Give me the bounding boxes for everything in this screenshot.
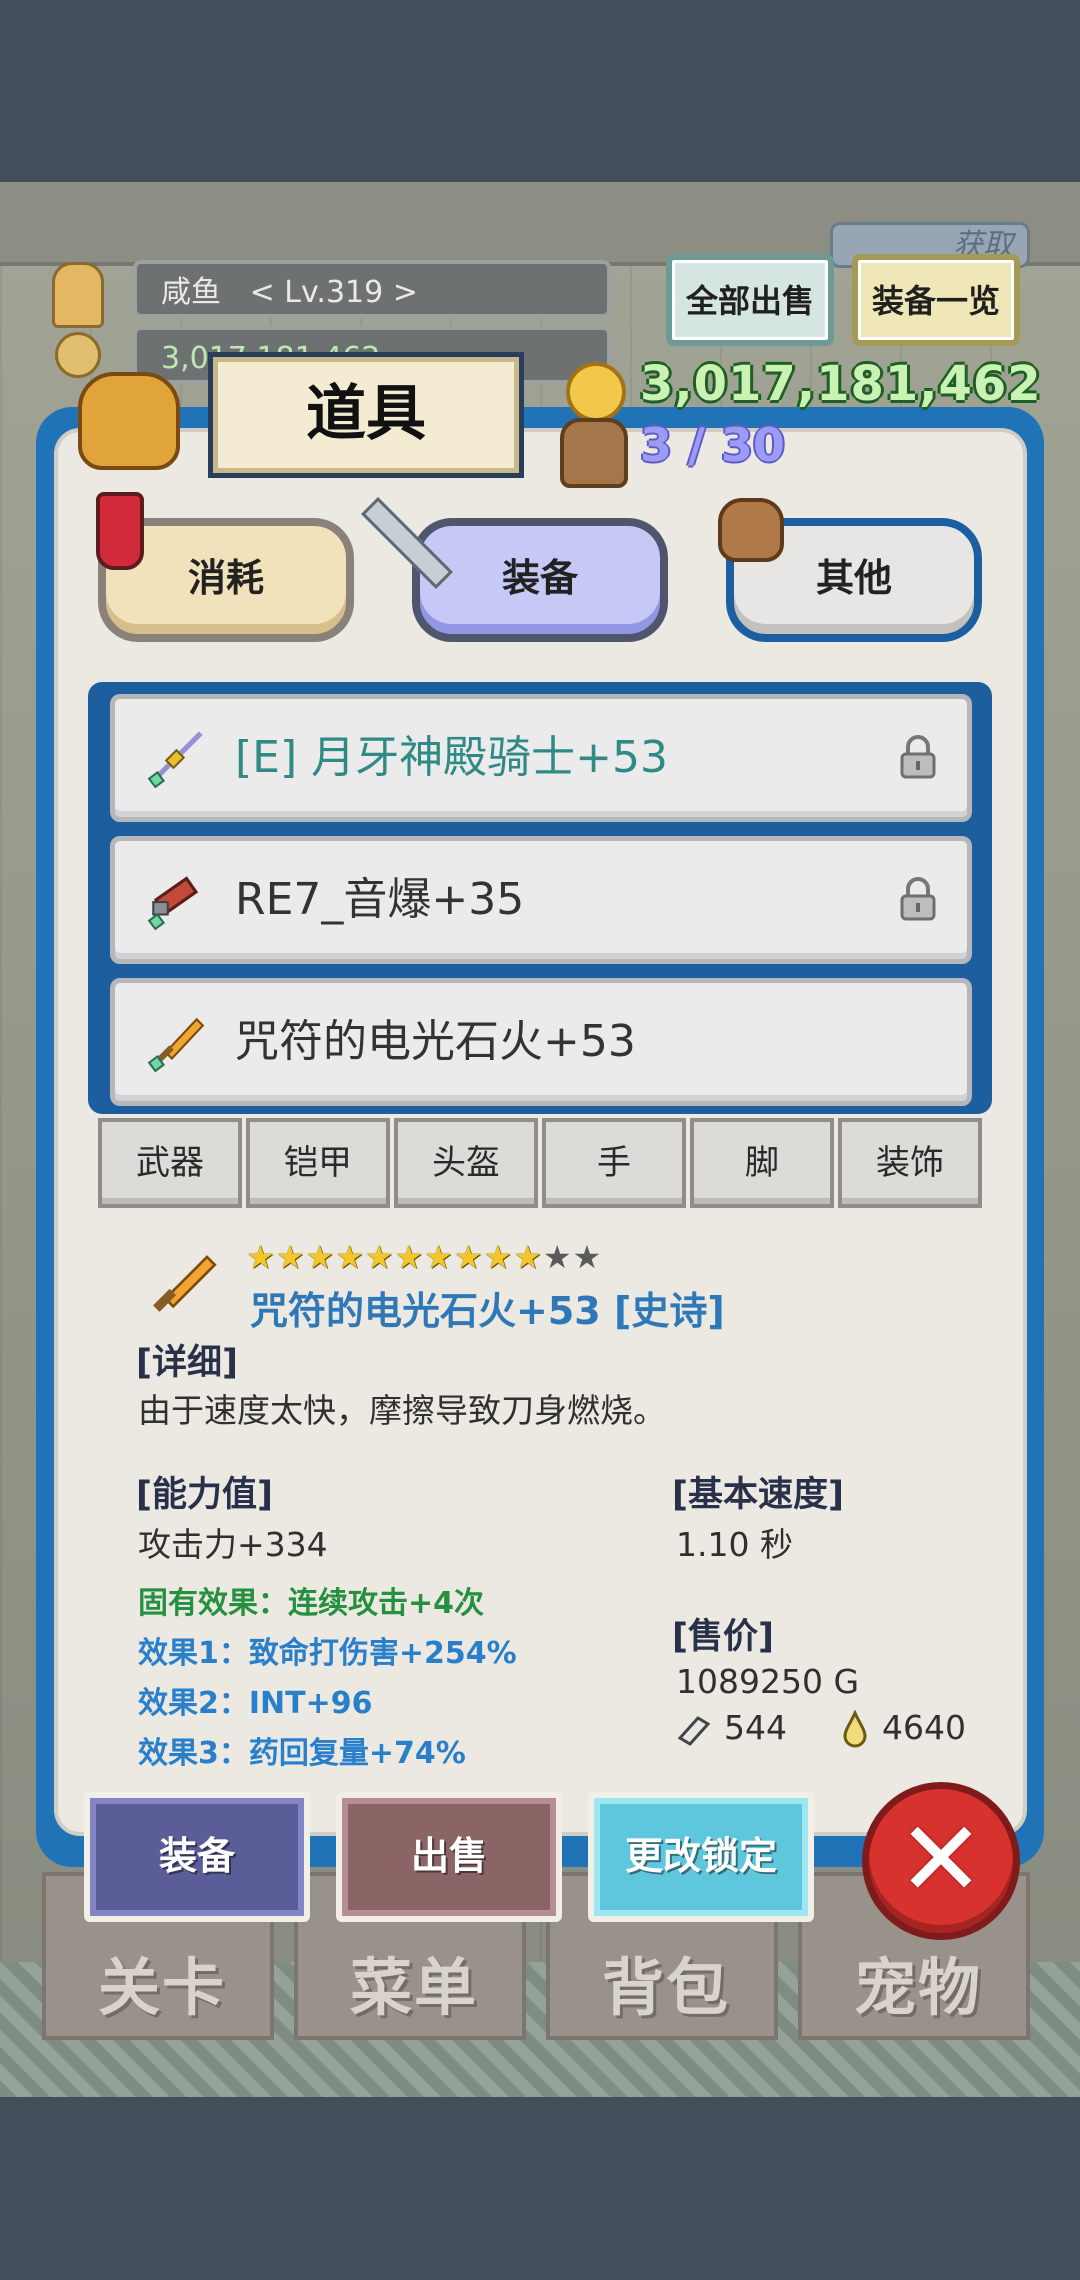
star-icon: ★ (483, 1238, 514, 1276)
blaster-icon (147, 876, 199, 931)
drop-icon (843, 1710, 867, 1748)
gold-amount: 3,017,181,462 (640, 356, 1042, 412)
star-icon: ★ (305, 1238, 336, 1276)
slot-tab-weapon[interactable]: 武器 (98, 1118, 242, 1208)
slot-tab-foot[interactable]: 脚 (690, 1118, 834, 1208)
selected-item-icon (153, 1255, 217, 1312)
effect-1: 效果1：致命打伤害+254% (138, 1636, 517, 1671)
effect-2: 效果2：INT+96 (138, 1686, 373, 1721)
sell-price: 1089250 G (676, 1662, 860, 1701)
base-speed: 1.10 秒 (676, 1525, 793, 1564)
star-icon: ★ (275, 1238, 306, 1276)
potion-icon (96, 492, 144, 570)
player-name-bar: 咸鱼 < Lv.319 > (133, 260, 611, 318)
effect-3: 效果3：药回复量+74% (138, 1736, 466, 1771)
sell-button[interactable]: 出售 (336, 1792, 562, 1922)
star-icon: ★ (246, 1238, 276, 1276)
close-button[interactable]: ✕ (862, 1782, 1020, 1940)
star-icon: ★ (394, 1238, 425, 1276)
star-icon: ★ (453, 1238, 484, 1276)
lance-icon (147, 731, 203, 789)
lock-icon[interactable] (899, 735, 937, 779)
slot-tab-hand[interactable]: 手 (542, 1118, 686, 1208)
slot-tab-accessory[interactable]: 装饰 (838, 1118, 982, 1208)
backpack-icon (560, 418, 628, 488)
list-item[interactable]: RE7_音爆+35 (110, 836, 972, 964)
star-empty-icon: ★ (572, 1238, 603, 1276)
item-name: RE7_音爆+35 (235, 874, 525, 925)
ability-header: [能力值] (136, 1475, 273, 1515)
equip-list-button[interactable]: 装备一览 (852, 254, 1020, 346)
close-icon: ✕ (897, 1798, 985, 1920)
star-rating: ★★★★★★★★★★★★ (246, 1238, 602, 1276)
price-header: [售价] (672, 1617, 774, 1657)
selected-item-name: 咒符的电光石火+53 [史诗] (250, 1289, 725, 1333)
gold-coin-icon (566, 362, 626, 422)
list-item[interactable]: 咒符的电光石火+53 (110, 978, 972, 1106)
lock-icon[interactable] (899, 877, 937, 921)
star-icon: ★ (364, 1238, 395, 1276)
tab-equipment[interactable]: 装备 (412, 518, 668, 642)
item-bag-icon (78, 372, 180, 470)
item-description: 由于速度太快，摩擦导致刀身燃烧。 (138, 1391, 666, 1430)
star-icon: ★ (424, 1238, 454, 1276)
flame-sword-icon (147, 1017, 205, 1073)
slot-tab-helmet[interactable]: 头盔 (394, 1118, 538, 1208)
sack-icon (718, 498, 784, 562)
list-item[interactable]: [E] 月牙神殿骑士+53 (110, 694, 972, 822)
slot-tab-armor[interactable]: 铠甲 (246, 1118, 390, 1208)
player-avatar-icon (52, 262, 104, 328)
item-name: 咒符的电光石火+53 (235, 1016, 636, 1067)
player-level: < Lv.319 > (249, 275, 418, 310)
star-icon: ★ (513, 1238, 543, 1276)
slot-filter-bar: 武器 铠甲 头盔 手 脚 装饰 (98, 1118, 982, 1212)
material-stone-count: 544 (724, 1708, 787, 1747)
sell-all-button[interactable]: 全部出售 (666, 254, 834, 346)
nav-label-bag: 背包 (601, 1951, 730, 2024)
stone-icon (677, 1716, 711, 1746)
equip-button[interactable]: 装备 (84, 1792, 310, 1922)
star-icon: ★ (335, 1238, 365, 1276)
attack-stat: 攻击力+334 (138, 1525, 328, 1564)
innate-effect: 固有效果：连续攻击+4次 (138, 1586, 485, 1621)
nav-label-menu: 菜单 (349, 1951, 478, 2024)
material-drop-count: 4640 (882, 1708, 966, 1747)
star-empty-icon: ★ (542, 1238, 573, 1276)
nav-label-pet: 宠物 (853, 1951, 982, 2024)
hud-coin-icon (55, 332, 101, 378)
detail-header: [详细] (136, 1343, 238, 1383)
nav-label-stage: 关卡 (97, 1951, 226, 2024)
bag-capacity: 3 / 30 (640, 418, 785, 472)
speed-header: [基本速度] (672, 1475, 844, 1515)
item-name: [E] 月牙神殿骑士+53 (235, 732, 668, 783)
change-lock-button[interactable]: 更改锁定 (588, 1792, 814, 1922)
panel-title: 道具 (208, 352, 524, 478)
player-name: 咸鱼 (161, 275, 221, 310)
